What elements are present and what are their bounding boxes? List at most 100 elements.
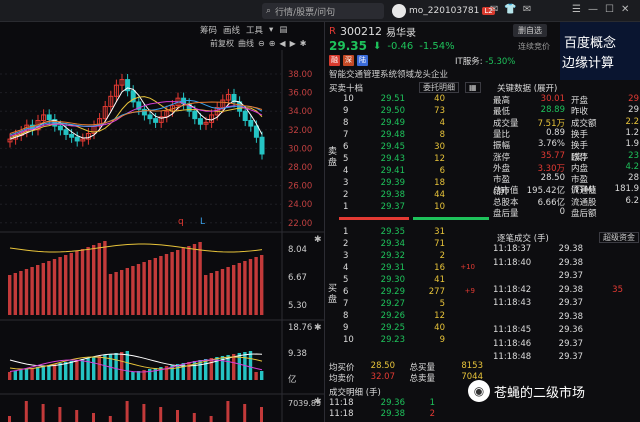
promo-banner[interactable]: 百度概念 边缘计算 — [560, 22, 640, 80]
trade-row[interactable]: 11:18:48 29.37 — [493, 352, 640, 363]
maximize-icon[interactable]: ☐ — [605, 4, 614, 15]
order-row[interactable]: 8 29.49 4 — [325, 118, 490, 129]
minimize-icon[interactable]: — — [588, 4, 598, 15]
order-row[interactable]: 7 29.48 8 — [325, 130, 490, 141]
order-row[interactable]: 8 29.26 12 — [325, 311, 490, 322]
order-row[interactable]: 3 29.32 2 — [325, 251, 490, 262]
minus-icon[interactable]: ⊖ — [258, 39, 265, 48]
remove-watchlist-button[interactable]: 删自选 — [513, 24, 547, 37]
trade-row[interactable]: 11:18:37 29.38 — [493, 244, 640, 255]
industry-label: IT服务: — [455, 57, 483, 67]
order-price: 29.26 — [380, 311, 405, 321]
adjust-option[interactable]: 前复权 — [210, 38, 234, 49]
order-row[interactable]: 4 29.41 6 — [325, 166, 490, 177]
key-data-label: 振幅 — [493, 141, 511, 152]
grid-icon[interactable]: ▦ — [465, 82, 481, 93]
kline-chart[interactable]: 38.00 36.00 34.00 32.00 30.00 28.00 26.00 24.00… — [0, 50, 324, 422]
flag-margin[interactable]: 融 — [329, 55, 340, 66]
key-data-label: 总股本 — [493, 197, 519, 208]
trade-row[interactable]: 11:18:40 29.38 — [493, 258, 640, 269]
order-row[interactable]: 2 29.34 71 — [325, 239, 490, 250]
trade-row[interactable]: 29.37 — [493, 271, 640, 282]
search-input[interactable]: 行情/股票/问句 — [275, 5, 335, 18]
menu-icon[interactable]: ☰ — [572, 4, 581, 15]
trade-volume: 35 — [612, 284, 623, 295]
key-data-row[interactable]: 总股本 6.66亿 流通股 6.2 — [493, 196, 640, 208]
order-row[interactable]: 6 29.45 30 — [325, 142, 490, 153]
sell-side-label: 卖盘 — [328, 147, 338, 168]
key-data-row[interactable]: 总市值 195.42亿 流通值 181.9 — [493, 184, 640, 196]
volume-bar — [237, 263, 241, 315]
trade-row[interactable]: 11:18:43 29.37 — [493, 298, 640, 309]
trade-time: 11:18:46 — [493, 338, 532, 349]
close-icon[interactable]: ✕ — [621, 4, 629, 15]
order-row[interactable]: 5 29.30 41 — [325, 275, 490, 286]
order-row[interactable]: 3 29.39 18 — [325, 178, 490, 189]
curve-option[interactable]: 曲线 — [238, 38, 254, 49]
trade-time: 11:18:48 — [493, 352, 532, 362]
key-data-row[interactable]: 市盈(静) 28.50 市盈(TTM) 28 — [493, 173, 640, 197]
order-row[interactable]: 9 29.50 73 — [325, 106, 490, 117]
chart-tool-tools[interactable]: 工具 — [246, 24, 263, 36]
deal-price: 29.36 — [380, 398, 405, 408]
flag-shenzhen[interactable]: 深 — [343, 55, 354, 66]
order-row[interactable]: 2 29.38 44 — [325, 190, 490, 201]
message-icon[interactable]: ✉ — [490, 4, 498, 15]
super-fund-button[interactable]: 超级资金 — [599, 232, 639, 243]
avg-buy-label: 均买价 — [329, 363, 355, 373]
chart-toolbar-secondary: 前复权 曲线 ⊖ ⊕ ◀ ▶ ✱ — [210, 37, 324, 49]
promo-line-2: 边缘计算 — [562, 56, 615, 71]
right-icon[interactable]: ▶ — [290, 39, 296, 48]
dropdown-icon[interactable]: ▾ — [269, 25, 273, 35]
search-box[interactable]: ⌕ 行情/股票/问句 — [262, 3, 384, 19]
order-row[interactable]: 6 29.29 277 +9 — [325, 287, 490, 298]
industry-info[interactable]: IT服务: -5.30% — [455, 55, 515, 67]
order-row[interactable]: 4 29.31 16 +10 — [325, 263, 490, 274]
deal-row[interactable]: 11:18 29.36 1 — [325, 398, 490, 409]
order-row[interactable]: 7 29.27 5 — [325, 299, 490, 310]
trade-row[interactable]: 29.38 — [493, 312, 640, 323]
key-data-title[interactable]: 关键数据 (展开) — [497, 82, 557, 94]
search-icon: ⌕ — [266, 6, 272, 16]
flag-connect[interactable]: 陆 — [357, 55, 368, 66]
user-info[interactable]: mo_220103781 L2 — [392, 4, 495, 18]
order-row[interactable]: 9 29.25 40 — [325, 323, 490, 334]
mail-icon[interactable]: ✉ — [523, 4, 531, 15]
key-data-row[interactable]: 振幅 3.76% 换手(实) 1.9 — [493, 139, 640, 163]
key-data-row[interactable]: 最高 30.01 开盘 29 — [493, 94, 640, 106]
bottom-bar — [58, 407, 62, 422]
settings-icon[interactable]: ✱ — [300, 39, 307, 48]
key-data-row[interactable]: 外盘 3.30万 内盘 4.2 — [493, 162, 640, 174]
order-row[interactable]: 10 29.51 40 — [325, 94, 490, 105]
key-data-label: 盘后额 — [571, 209, 597, 219]
trade-volume — [583, 298, 623, 309]
key-data-value: 1.2 — [625, 127, 639, 138]
indicator-bar — [8, 372, 12, 380]
delegate-detail-button[interactable]: 委托明细 — [419, 82, 459, 93]
order-row[interactable]: 10 29.23 9 — [325, 335, 490, 346]
shirt-icon[interactable]: 👕 — [504, 4, 516, 15]
avatar[interactable] — [392, 4, 406, 18]
marker-q: q — [178, 217, 184, 227]
trade-row[interactable]: 11:18:42 29.38 35 — [493, 285, 640, 296]
deal-row[interactable]: 11:18 29.38 2 — [325, 409, 490, 420]
volume-bar — [30, 267, 34, 315]
volume-bar — [8, 275, 12, 315]
key-data-row[interactable]: 成交量 7.51万 成交额 2.2 — [493, 117, 640, 129]
key-data-row[interactable]: 涨停 35.77 跌停 23 — [493, 151, 640, 163]
chart-tool-draw[interactable]: 画线 — [223, 24, 240, 36]
chart-panel[interactable]: 38.00 36.00 34.00 32.00 30.00 28.00 26.00 24.00… — [0, 50, 324, 422]
order-row[interactable]: 5 29.43 12 — [325, 154, 490, 165]
key-data-row[interactable]: 最低 28.89 昨收 29 — [493, 105, 640, 117]
trade-row[interactable]: 11:18:45 29.36 — [493, 325, 640, 336]
trade-row[interactable]: 11:18:46 29.37 — [493, 339, 640, 350]
more-icon[interactable]: ▤ — [279, 25, 287, 35]
key-data-row[interactable]: 盘后量 0 盘后额 — [493, 207, 640, 219]
username[interactable]: mo_220103781 — [409, 6, 479, 16]
plus-icon[interactable]: ⊕ — [269, 39, 276, 48]
left-icon[interactable]: ◀ — [279, 39, 285, 48]
order-row[interactable]: 1 29.37 10 — [325, 202, 490, 213]
order-row[interactable]: 1 29.35 31 — [325, 227, 490, 238]
key-data-row[interactable]: 量比 0.89 换手 1.2 — [493, 127, 640, 140]
chart-tool-chips[interactable]: 筹码 — [200, 24, 217, 36]
